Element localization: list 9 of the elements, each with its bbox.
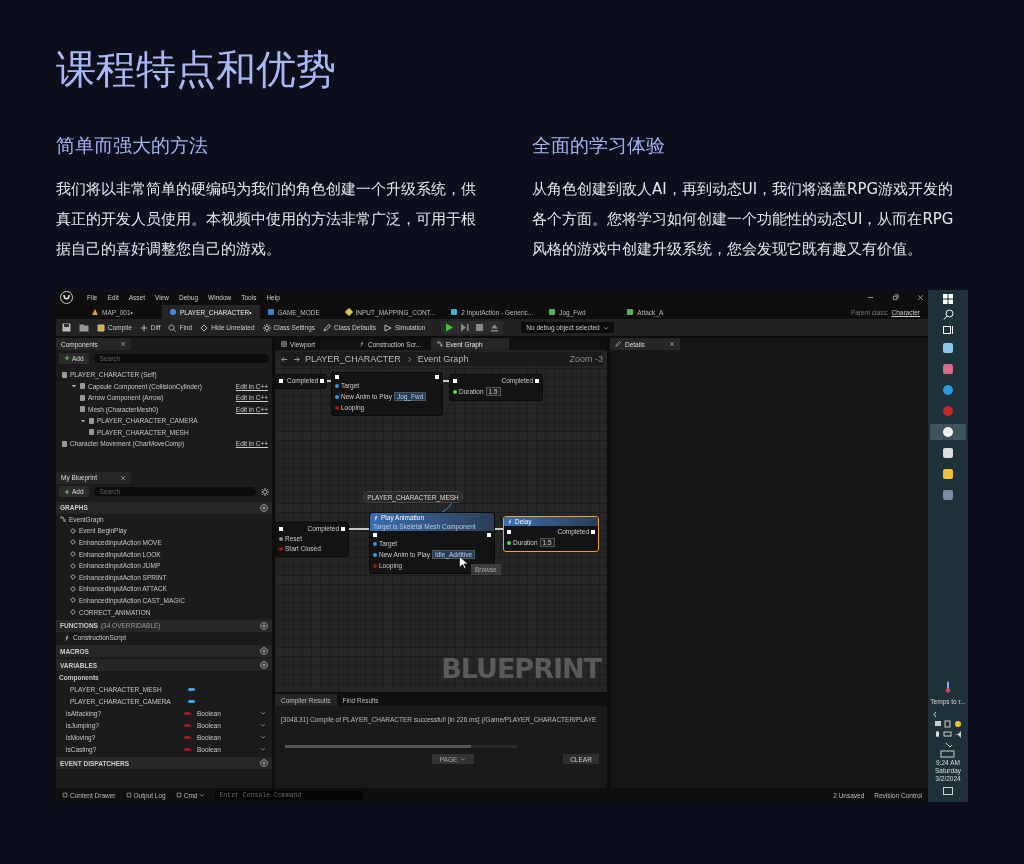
page-title: 课程特点和优势 <box>56 45 337 94</box>
feature-heading: 全面的学习体验 <box>532 133 666 158</box>
feature-text: 我们将以非常简单的硬编码为我们的角色创建一个升级系统，供真正的开发人员使用。本视频中使用的方法非常广泛，可用于根据自己的喜好调整您自己的游戏。 <box>56 179 477 260</box>
breadcrumb-link[interactable]: PLAYER_CHARACTER <box>305 354 401 364</box>
feature-heading: 简单而强大的方法 <box>56 133 209 158</box>
graph-type-label: BLUEPRINT <box>441 653 601 684</box>
breadcrumb-current: Event Graph <box>417 354 469 364</box>
feature-text: 从角色创建到敌人AI，再到动态UI，我们将涵盖RPG游戏开发的各个方面。您将学习如何创建一个功能性的动态UI，从而在RPG风格的游戏中创建升级系统，您会发现它既有趣又有价值。 <box>532 179 955 260</box>
zoom-label: Zoom -3 <box>569 354 603 364</box>
